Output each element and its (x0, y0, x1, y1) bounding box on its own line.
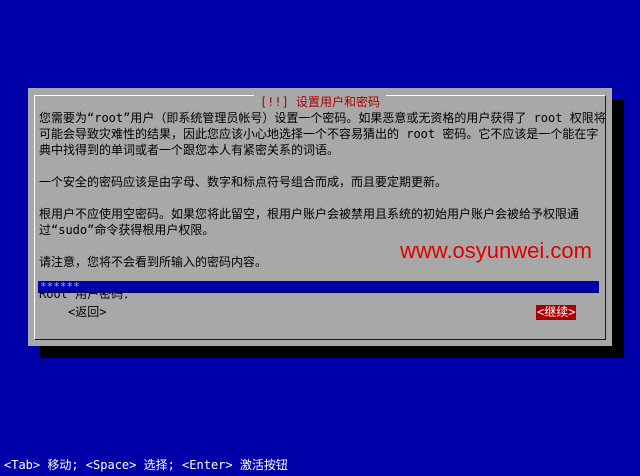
back-button[interactable]: <返回> (67, 305, 107, 320)
continue-button[interactable]: <继续> (536, 305, 577, 320)
root-password-input[interactable]: ****** (38, 281, 599, 293)
watermark: www.osyunwei.com (400, 238, 592, 263)
dialog-title: [!!] 设置用户和密码 (253, 95, 387, 109)
empty-password-paragraph: 根用户不应使用空密码。如果您将此留空，根用户账户会被禁用且系统的初始用户账户会被… (39, 207, 580, 237)
intro-paragraph: 您需要为“root”用户（即系统管理员帐号）设置一个密码。如果恶意或无资格的用户… (39, 111, 606, 157)
security-paragraph: 一个安全的密码应该是由字母、数字和标点符号组合而成，而且要定期更新。 (39, 175, 448, 189)
keyboard-help-bar: <Tab> 移动; <Space> 选择; <Enter> 激活按钮 (4, 458, 288, 472)
password-dialog: [!!] 设置用户和密码 您需要为“root”用户（即系统管理员帐号）设置一个密… (28, 88, 612, 346)
